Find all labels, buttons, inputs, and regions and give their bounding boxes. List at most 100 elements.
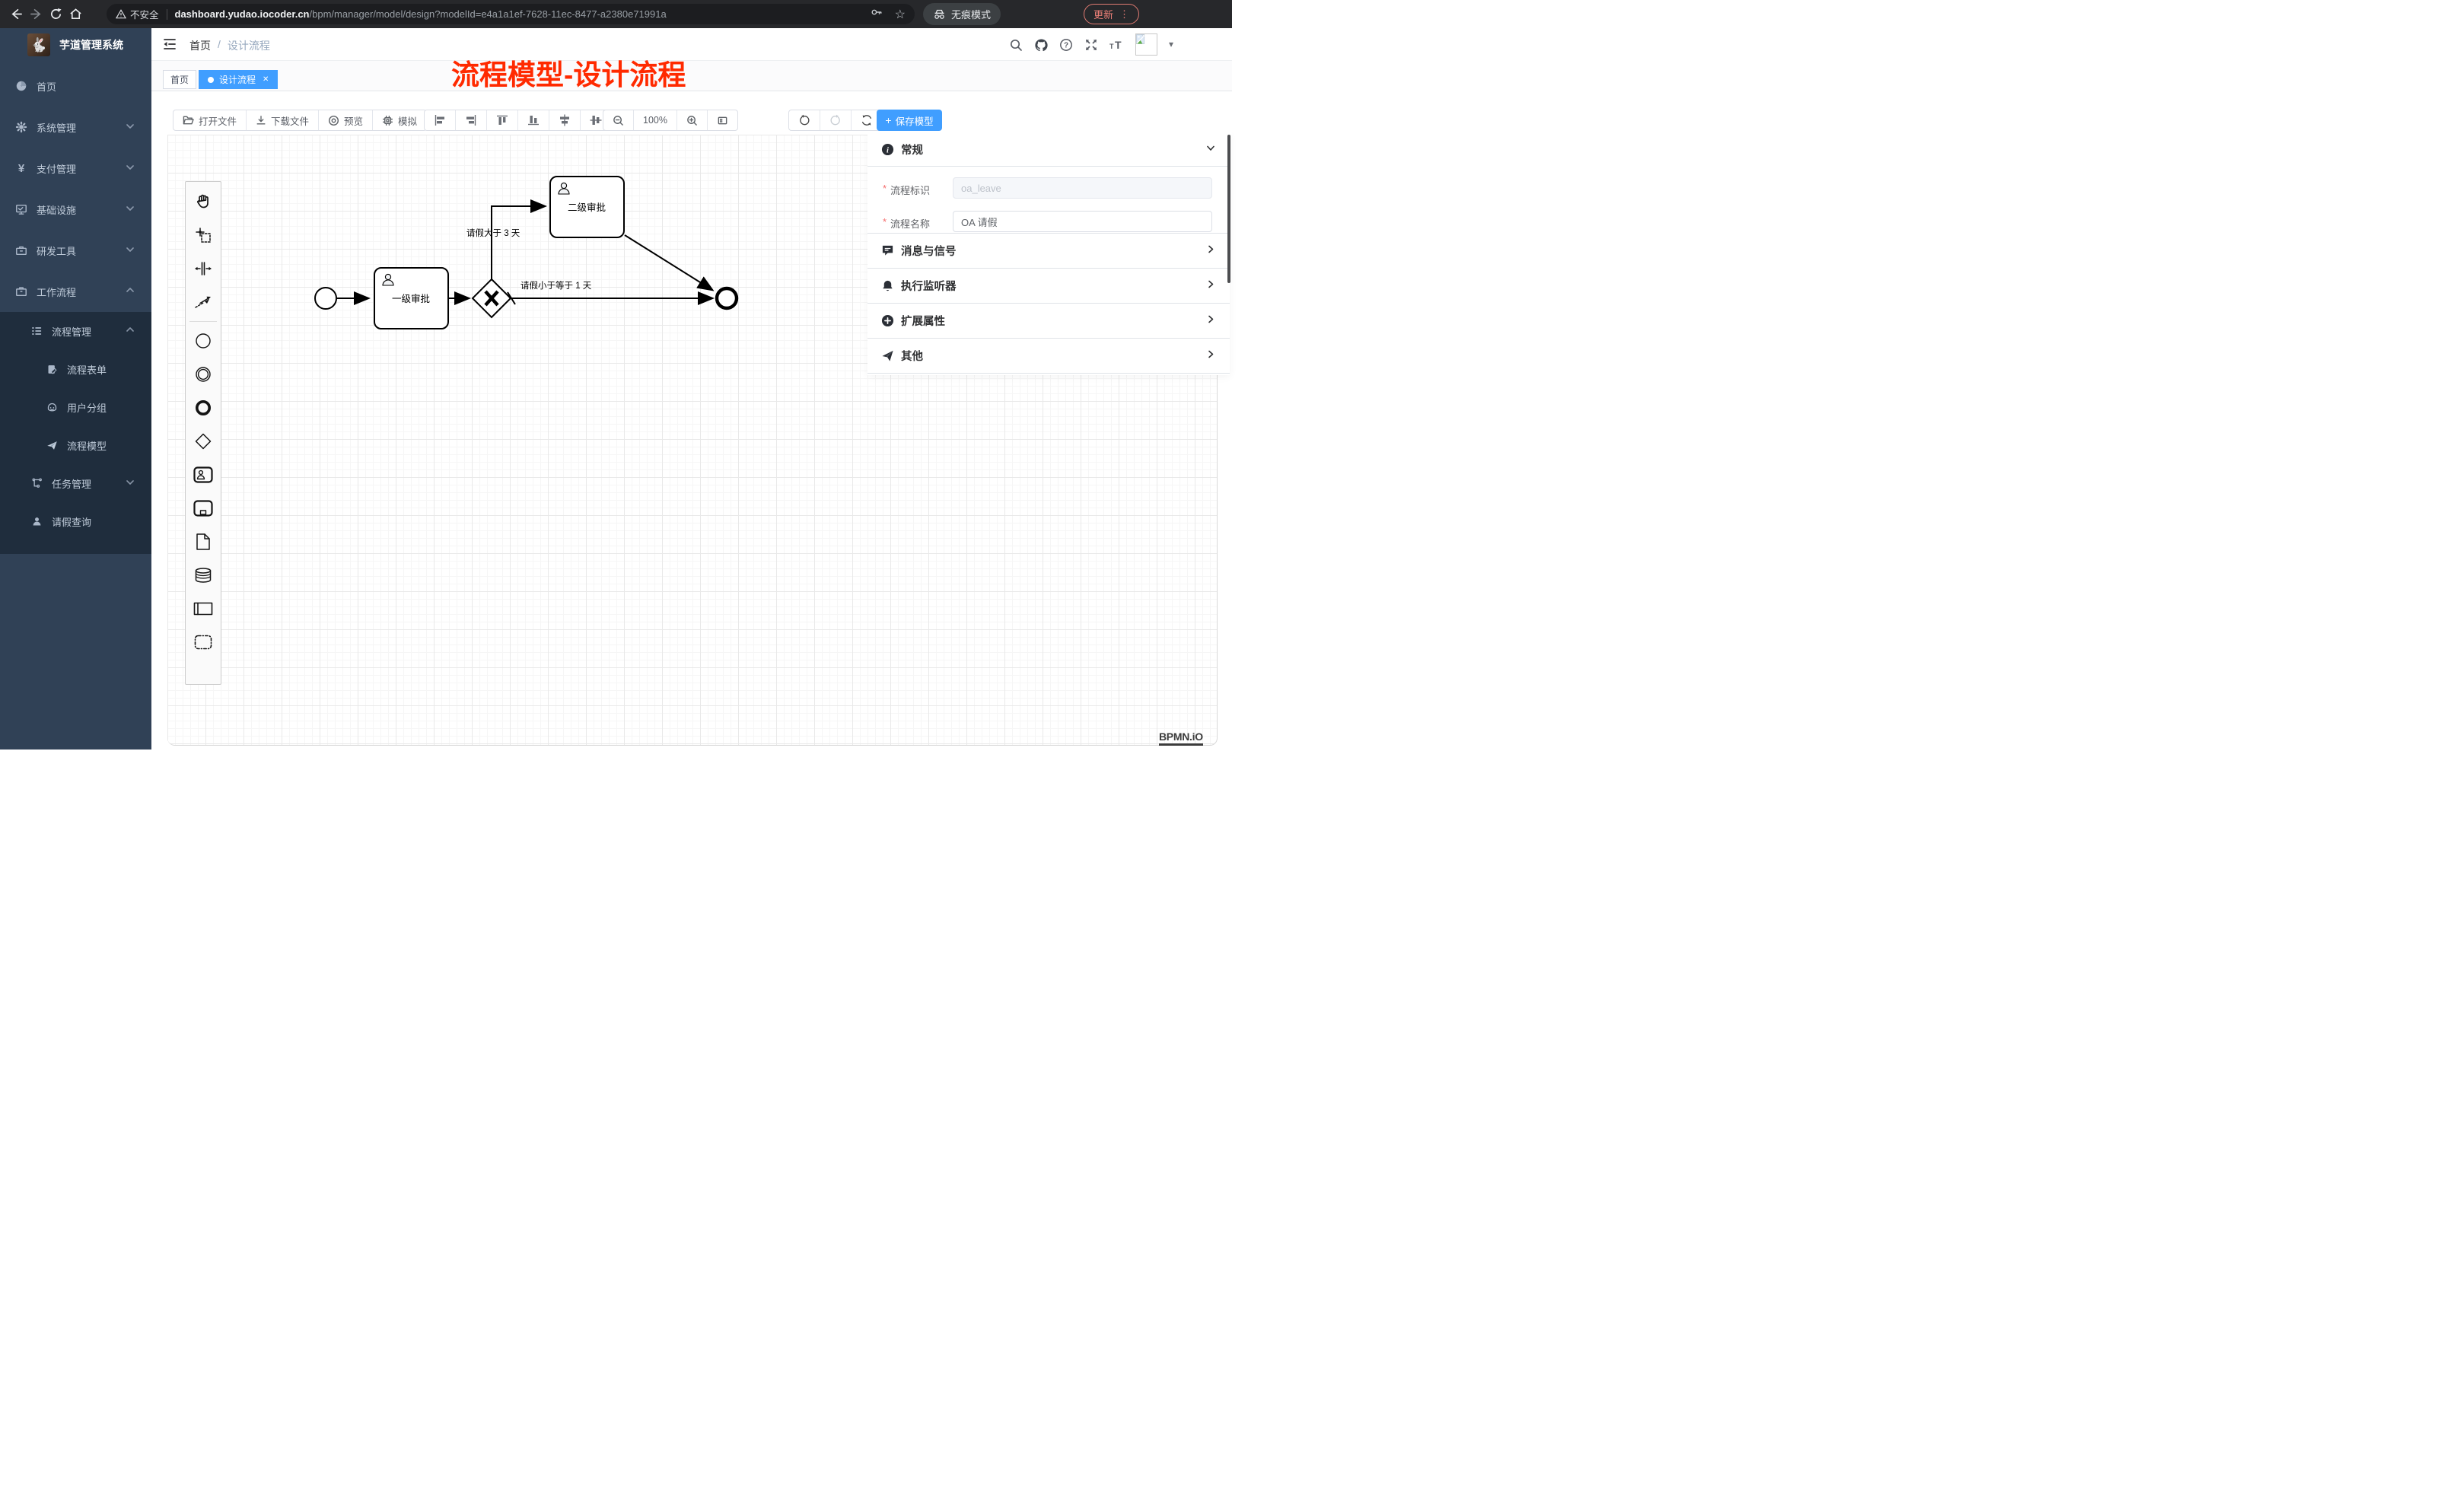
download-file-button[interactable]: 下载文件 xyxy=(247,110,319,130)
create-user-task[interactable] xyxy=(188,458,218,492)
align-left-button[interactable] xyxy=(425,110,456,130)
redo-button[interactable] xyxy=(820,110,852,130)
simulate-button[interactable]: 模拟 xyxy=(373,110,426,130)
create-start-event[interactable] xyxy=(188,324,218,358)
sidebar-item-label: 支付管理 xyxy=(37,161,76,176)
svg-text:T: T xyxy=(1115,39,1122,51)
create-group[interactable] xyxy=(188,625,218,659)
back-icon[interactable] xyxy=(6,5,26,24)
scrollbar-thumb[interactable] xyxy=(1227,135,1230,283)
sidebar-item-devtools[interactable]: 研发工具 xyxy=(0,230,151,271)
align-middle-vertical-icon xyxy=(589,113,603,127)
sidebar-item-system[interactable]: 系统管理 xyxy=(0,107,151,148)
home-icon[interactable] xyxy=(65,5,85,24)
sidebar-item-process-form[interactable]: 流程表单 xyxy=(0,350,151,388)
sidebar-item-infra[interactable]: 基础设施 xyxy=(0,189,151,230)
task-label: 一级审批 xyxy=(392,293,430,304)
sidebar-item-leave-query[interactable]: 请假查询 xyxy=(0,502,151,540)
security-chip[interactable]: 不安全 xyxy=(116,7,159,21)
font-size-icon[interactable]: TT xyxy=(1107,36,1125,54)
align-right-button[interactable] xyxy=(456,110,487,130)
create-intermediate-event[interactable] xyxy=(188,358,218,391)
create-end-event[interactable] xyxy=(188,391,218,425)
hand-tool[interactable] xyxy=(188,185,218,218)
breadcrumb-home[interactable]: 首页 xyxy=(189,38,211,53)
incognito-chip: 无痕模式 xyxy=(923,3,1001,25)
tag-design-process[interactable]: 设计流程 ✕ xyxy=(199,70,278,89)
align-top-button[interactable] xyxy=(487,110,518,130)
bookmark-star-icon[interactable]: ☆ xyxy=(895,7,906,22)
end-event[interactable] xyxy=(717,288,737,308)
connect-icon xyxy=(194,293,212,311)
sidebar-item-task-management[interactable]: 任务管理 xyxy=(0,464,151,502)
close-icon[interactable]: ✕ xyxy=(263,75,269,84)
browser-chrome: 不安全 dashboard.yudao.iocoder.cn/bpm/manag… xyxy=(0,0,1232,28)
designer-toolbar: 打开文件 下载文件 预览 模拟 xyxy=(151,91,1232,135)
tag-label: 设计流程 xyxy=(219,73,256,86)
sidebar-item-home[interactable]: 首页 xyxy=(0,65,151,107)
lasso-icon xyxy=(194,226,212,244)
task-first-approval[interactable]: 一级审批 xyxy=(374,268,448,329)
sidebar-item-workflow[interactable]: 工作流程 xyxy=(0,271,151,312)
global-connect-tool[interactable] xyxy=(188,285,218,319)
preview-button[interactable]: 预览 xyxy=(319,110,373,130)
section-title: 执行监听器 xyxy=(901,278,957,294)
sidebar-item-payment[interactable]: ¥ 支付管理 xyxy=(0,148,151,189)
address-bar[interactable]: 不安全 dashboard.yudao.iocoder.cn/bpm/manag… xyxy=(107,4,915,24)
section-messages-signals[interactable]: 消息与信号 xyxy=(867,234,1230,269)
zoom-reset-button[interactable] xyxy=(708,110,737,130)
bell-icon xyxy=(880,279,894,292)
avatar[interactable] xyxy=(1135,33,1157,56)
task-second-approval[interactable]: 二级审批 xyxy=(550,177,624,237)
process-name-input[interactable] xyxy=(953,211,1212,232)
search-icon[interactable] xyxy=(1007,36,1025,54)
section-general[interactable]: i 常规 xyxy=(867,133,1230,167)
create-subprocess[interactable] xyxy=(188,492,218,525)
list-tree-icon xyxy=(30,325,43,337)
chevron-down-icon xyxy=(126,478,135,489)
key-icon[interactable] xyxy=(871,6,883,22)
section-execution-listener[interactable]: 执行监听器 xyxy=(867,269,1230,304)
zoom-in-button[interactable] xyxy=(677,110,708,130)
align-center-button[interactable] xyxy=(549,110,581,130)
create-participant[interactable] xyxy=(188,592,218,625)
paper-plane-icon xyxy=(46,440,58,451)
section-extended-properties[interactable]: 扩展属性 xyxy=(867,304,1230,339)
create-data-object[interactable] xyxy=(188,525,218,559)
open-file-button[interactable]: 打开文件 xyxy=(173,110,247,130)
save-model-button[interactable]: + 保存模型 xyxy=(877,110,942,131)
sidebar-item-process-model[interactable]: 流程模型 xyxy=(0,426,151,464)
lasso-tool[interactable] xyxy=(188,218,218,252)
chevron-down-icon xyxy=(126,204,135,215)
help-icon[interactable]: ? xyxy=(1057,36,1075,54)
forward-icon[interactable] xyxy=(26,5,46,24)
align-center-horizontal-icon xyxy=(558,113,571,127)
reload-icon[interactable] xyxy=(46,5,65,24)
tag-home[interactable]: 首页 xyxy=(163,70,196,89)
section-other[interactable]: 其他 xyxy=(867,339,1230,374)
update-button[interactable]: 更新 ⋮ xyxy=(1084,4,1139,24)
fullscreen-icon[interactable] xyxy=(1082,36,1100,54)
sidebar-item-label: 流程模型 xyxy=(67,438,107,453)
zoom-out-button[interactable] xyxy=(603,110,634,130)
undo-button[interactable] xyxy=(789,110,820,130)
align-bottom-icon xyxy=(527,113,540,127)
info-icon: i xyxy=(880,143,894,156)
start-event[interactable] xyxy=(315,288,336,309)
github-icon[interactable] xyxy=(1032,36,1050,54)
sidebar-item-user-group[interactable]: 用户分组 xyxy=(0,388,151,426)
caret-down-icon[interactable]: ▾ xyxy=(1169,39,1173,49)
align-bottom-button[interactable] xyxy=(518,110,549,130)
section-title: 消息与信号 xyxy=(901,243,957,259)
sidebar-fold-icon[interactable] xyxy=(162,37,177,56)
space-tool[interactable] xyxy=(188,252,218,285)
create-gateway[interactable] xyxy=(188,425,218,458)
breadcrumb-current: 设计流程 xyxy=(228,38,270,53)
flow-node-icon xyxy=(30,478,43,489)
sidebar-item-process-management[interactable]: 流程管理 xyxy=(0,312,151,350)
properties-panel: i 常规 * 流程标识 * 流程名称 消息与信号 执行监听器 xyxy=(867,133,1230,375)
create-data-store[interactable] xyxy=(188,559,218,592)
briefcase-icon xyxy=(15,285,27,298)
bpmn-io-watermark[interactable]: BPMN.iO xyxy=(1159,730,1203,746)
security-label: 不安全 xyxy=(130,7,159,21)
